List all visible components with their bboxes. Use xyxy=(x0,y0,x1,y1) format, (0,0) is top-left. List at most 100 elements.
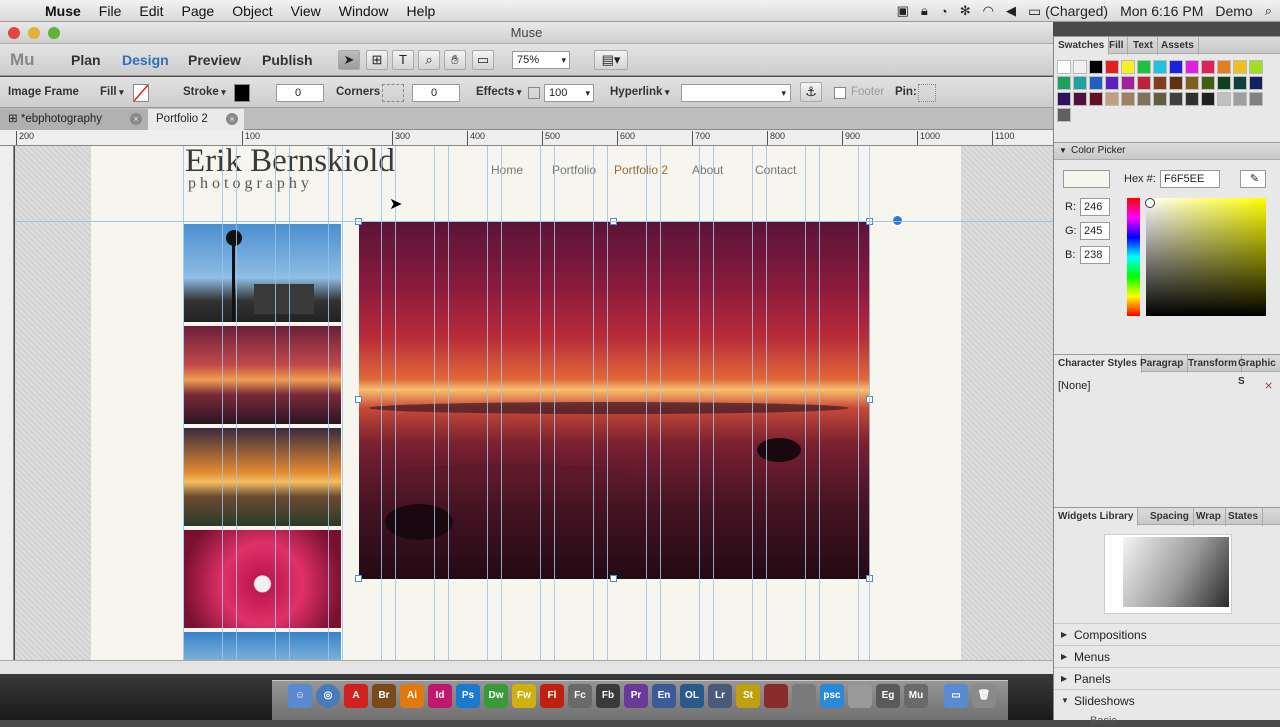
dock-flash-icon[interactable]: Fl xyxy=(540,684,564,708)
opacity-input[interactable]: 100 ▾ xyxy=(544,84,594,102)
design-canvas[interactable]: Erik Bernskiold p h o t o g r a p h y Ho… xyxy=(15,146,1053,660)
widget-sub-basic[interactable]: Basic xyxy=(1090,715,1117,727)
dock-fireworks-icon[interactable]: Fw xyxy=(512,684,536,708)
screen-record-icon[interactable]: ▣ xyxy=(897,3,909,19)
tab-portfolio-2[interactable]: Portfolio 2 × xyxy=(148,109,244,130)
color-swatch[interactable] xyxy=(1169,92,1183,106)
crop-tool-icon[interactable]: ⊞ xyxy=(366,50,388,70)
tab-wrap[interactable]: Wrap xyxy=(1192,508,1226,526)
color-swatch[interactable] xyxy=(1169,76,1183,90)
dock-extension-icon[interactable]: Eg xyxy=(876,684,900,708)
dock-catalyst-icon[interactable]: Fc xyxy=(568,684,592,708)
selection-handle[interactable] xyxy=(610,575,617,582)
selection-handle[interactable] xyxy=(355,396,362,403)
color-swatch[interactable] xyxy=(1201,60,1215,74)
menu-app[interactable]: Muse xyxy=(36,3,90,19)
dock-trash-icon[interactable]: 🗑︎ xyxy=(972,684,996,708)
spotlight-search-icon[interactable]: ⌕ xyxy=(1265,3,1272,19)
r-input[interactable]: 246 xyxy=(1080,198,1110,216)
menubar-user[interactable]: Demo xyxy=(1215,3,1252,19)
corners-selector-icon[interactable] xyxy=(382,84,404,102)
color-swatch[interactable] xyxy=(1201,76,1215,90)
main-image-frame[interactable] xyxy=(359,222,870,579)
color-swatch[interactable] xyxy=(1121,92,1135,106)
footer-checkbox[interactable] xyxy=(834,87,846,99)
close-tab-icon[interactable]: × xyxy=(226,113,238,125)
g-input[interactable]: 245 xyxy=(1080,222,1110,240)
dock-photoshop-icon[interactable]: Ps xyxy=(456,684,480,708)
color-swatch[interactable] xyxy=(1137,76,1151,90)
brand-subtitle[interactable]: p h o t o g r a p h y xyxy=(188,175,309,193)
mode-publish[interactable]: Publish xyxy=(262,52,313,68)
tab-text[interactable]: Text xyxy=(1129,37,1158,55)
bluetooth-icon[interactable]: ✻ xyxy=(960,3,971,19)
menu-file[interactable]: File xyxy=(90,3,131,19)
color-swatch[interactable] xyxy=(1137,92,1151,106)
dock-lightroom-icon[interactable]: Lr xyxy=(708,684,732,708)
color-swatch[interactable] xyxy=(1105,76,1119,90)
minimize-window-button[interactable] xyxy=(28,27,40,39)
color-swatch[interactable] xyxy=(1105,60,1119,74)
color-swatch[interactable] xyxy=(1057,60,1071,74)
lock-icon[interactable]: 🔒︎ xyxy=(921,3,928,19)
color-swatch[interactable] xyxy=(1089,60,1103,74)
thumbnail-red-sunset[interactable] xyxy=(184,326,341,424)
color-swatch[interactable] xyxy=(1057,76,1071,90)
time-machine-icon[interactable]: ◔ xyxy=(940,4,948,19)
nav-home[interactable]: Home xyxy=(491,163,523,177)
color-swatch[interactable] xyxy=(1153,76,1167,90)
swatch-grid[interactable] xyxy=(1057,60,1265,124)
tab-character-styles[interactable]: Character Styles xyxy=(1054,355,1142,373)
stroke-swatch[interactable] xyxy=(234,84,250,102)
color-swatch[interactable] xyxy=(1217,92,1231,106)
dock-encore-icon[interactable]: En xyxy=(652,684,676,708)
corners-radius-input[interactable]: 0 xyxy=(412,84,460,102)
dock-illustrator-icon[interactable]: Ai xyxy=(400,684,424,708)
dock-muse-icon[interactable]: Mu xyxy=(904,684,928,708)
tab-graphic-styles[interactable]: Graphic S xyxy=(1234,355,1280,387)
selection-tool-icon[interactable]: ➤ xyxy=(338,50,360,70)
color-swatch[interactable] xyxy=(1249,92,1263,106)
fill-swatch[interactable] xyxy=(133,84,149,102)
zoom-select[interactable]: 75% ▾ xyxy=(512,51,570,69)
dock-premiere-icon[interactable]: Pr xyxy=(624,684,648,708)
close-tab-icon[interactable]: × xyxy=(130,113,142,125)
color-swatch[interactable] xyxy=(1137,60,1151,74)
color-swatch[interactable] xyxy=(1201,92,1215,106)
dock-story-icon[interactable]: St xyxy=(736,684,760,708)
color-swatch[interactable] xyxy=(1249,60,1263,74)
current-color-swatch[interactable] xyxy=(1063,170,1110,188)
widget-section-menus[interactable]: Menus xyxy=(1054,645,1280,668)
anchor-icon[interactable]: ⚓︎ xyxy=(800,82,822,102)
dock-acrobat-icon[interactable]: A xyxy=(344,684,368,708)
dock-indesign-icon[interactable]: Id xyxy=(428,684,452,708)
wifi-icon[interactable]: ◠ xyxy=(983,3,994,19)
menu-window[interactable]: Window xyxy=(330,3,398,19)
b-input[interactable]: 238 xyxy=(1080,246,1110,264)
widget-section-panels[interactable]: Panels xyxy=(1054,667,1280,690)
color-picker-handle[interactable] xyxy=(1145,198,1155,208)
menu-edit[interactable]: Edit xyxy=(130,3,172,19)
color-swatch[interactable] xyxy=(1217,60,1231,74)
dock-app-icon[interactable] xyxy=(764,684,788,708)
color-swatch[interactable] xyxy=(1233,60,1247,74)
hue-slider[interactable] xyxy=(1127,198,1140,316)
tab-assets[interactable]: Assets xyxy=(1157,37,1199,55)
clear-style-icon[interactable]: ⨯ xyxy=(1264,379,1273,392)
thumbnail-lamppost[interactable] xyxy=(184,224,341,322)
tab-widgets-library[interactable]: Widgets Library xyxy=(1054,508,1139,526)
color-swatch[interactable] xyxy=(1073,76,1087,90)
dock-onlocation-icon[interactable]: OL xyxy=(680,684,704,708)
hand-tool-icon[interactable]: ✋︎ xyxy=(444,50,466,70)
pin-grid-icon[interactable] xyxy=(918,84,936,102)
mode-design[interactable]: Design xyxy=(122,52,169,68)
saturation-brightness-field[interactable] xyxy=(1146,198,1266,316)
color-swatch[interactable] xyxy=(1217,76,1231,90)
dock-finder-icon[interactable]: ☺︎ xyxy=(288,684,312,708)
widget-section-compositions[interactable]: Compositions xyxy=(1054,623,1280,646)
mode-plan[interactable]: Plan xyxy=(71,52,101,68)
page-artboard[interactable]: Erik Bernskiold p h o t o g r a p h y Ho… xyxy=(91,146,961,660)
color-swatch[interactable] xyxy=(1057,108,1071,122)
nav-about[interactable]: About xyxy=(692,163,723,177)
fill-dropdown[interactable]: Fill xyxy=(100,86,124,98)
